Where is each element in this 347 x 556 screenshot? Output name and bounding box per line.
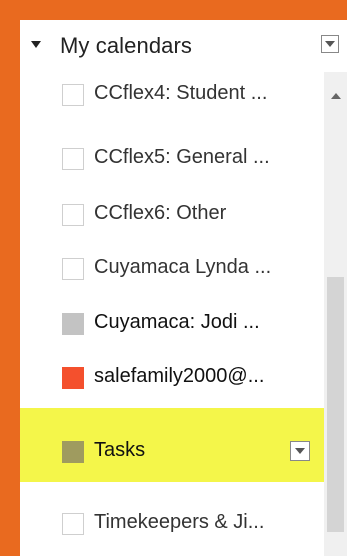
calendar-item-ccflex4[interactable]: CCflex4: Student ...: [20, 72, 324, 122]
scroll-up-icon[interactable]: [331, 93, 341, 99]
calendar-item-salefamily[interactable]: salefamily2000@...: [20, 346, 324, 396]
calendars-menu-button[interactable]: [321, 35, 339, 53]
calendar-item-timekeepers[interactable]: Timekeepers & Ji...: [20, 492, 324, 542]
calendar-label: CCflex4: Student ...: [94, 82, 268, 104]
calendar-item-cuyamaca-lynda[interactable]: Cuyamaca Lynda ...: [20, 237, 324, 287]
collapse-icon[interactable]: [31, 41, 41, 48]
calendar-scrollbar[interactable]: [324, 72, 347, 556]
calendar-checkbox[interactable]: [62, 84, 84, 106]
calendar-item-cuyamaca-jodi[interactable]: Cuyamaca: Jodi ...: [20, 292, 324, 342]
calendar-label: Cuyamaca: Jodi ...: [94, 311, 260, 333]
calendar-label: salefamily2000@...: [94, 365, 265, 387]
calendar-color-swatch[interactable]: [62, 313, 84, 335]
calendar-item-tasks[interactable]: Tasks: [20, 420, 324, 470]
tasks-menu-button[interactable]: [290, 441, 310, 461]
my-calendars-title: My calendars: [60, 33, 193, 58]
calendar-label: Timekeepers & Ji...: [94, 511, 265, 533]
calendar-label: Tasks: [94, 439, 146, 461]
my-calendars-header: My calendars: [20, 20, 347, 72]
calendar-label: CCflex6: Other: [94, 202, 227, 224]
calendar-item-ccflex5[interactable]: CCflex5: General ...: [20, 127, 324, 177]
calendar-panel: My calendars CCflex4: Student ... CCflex…: [20, 20, 347, 556]
calendar-color-swatch[interactable]: [62, 441, 84, 463]
calendar-label: CCflex5: General ...: [94, 146, 270, 168]
calendar-list: CCflex4: Student ... CCflex5: General ..…: [20, 72, 324, 556]
calendar-checkbox[interactable]: [62, 204, 84, 226]
calendar-checkbox[interactable]: [62, 148, 84, 170]
calendar-color-swatch[interactable]: [62, 367, 84, 389]
calendar-checkbox[interactable]: [62, 258, 84, 280]
calendar-label: Cuyamaca Lynda ...: [94, 256, 272, 278]
scroll-thumb[interactable]: [327, 277, 344, 532]
calendar-item-ccflex6[interactable]: CCflex6: Other: [20, 183, 324, 233]
calendar-checkbox[interactable]: [62, 513, 84, 535]
